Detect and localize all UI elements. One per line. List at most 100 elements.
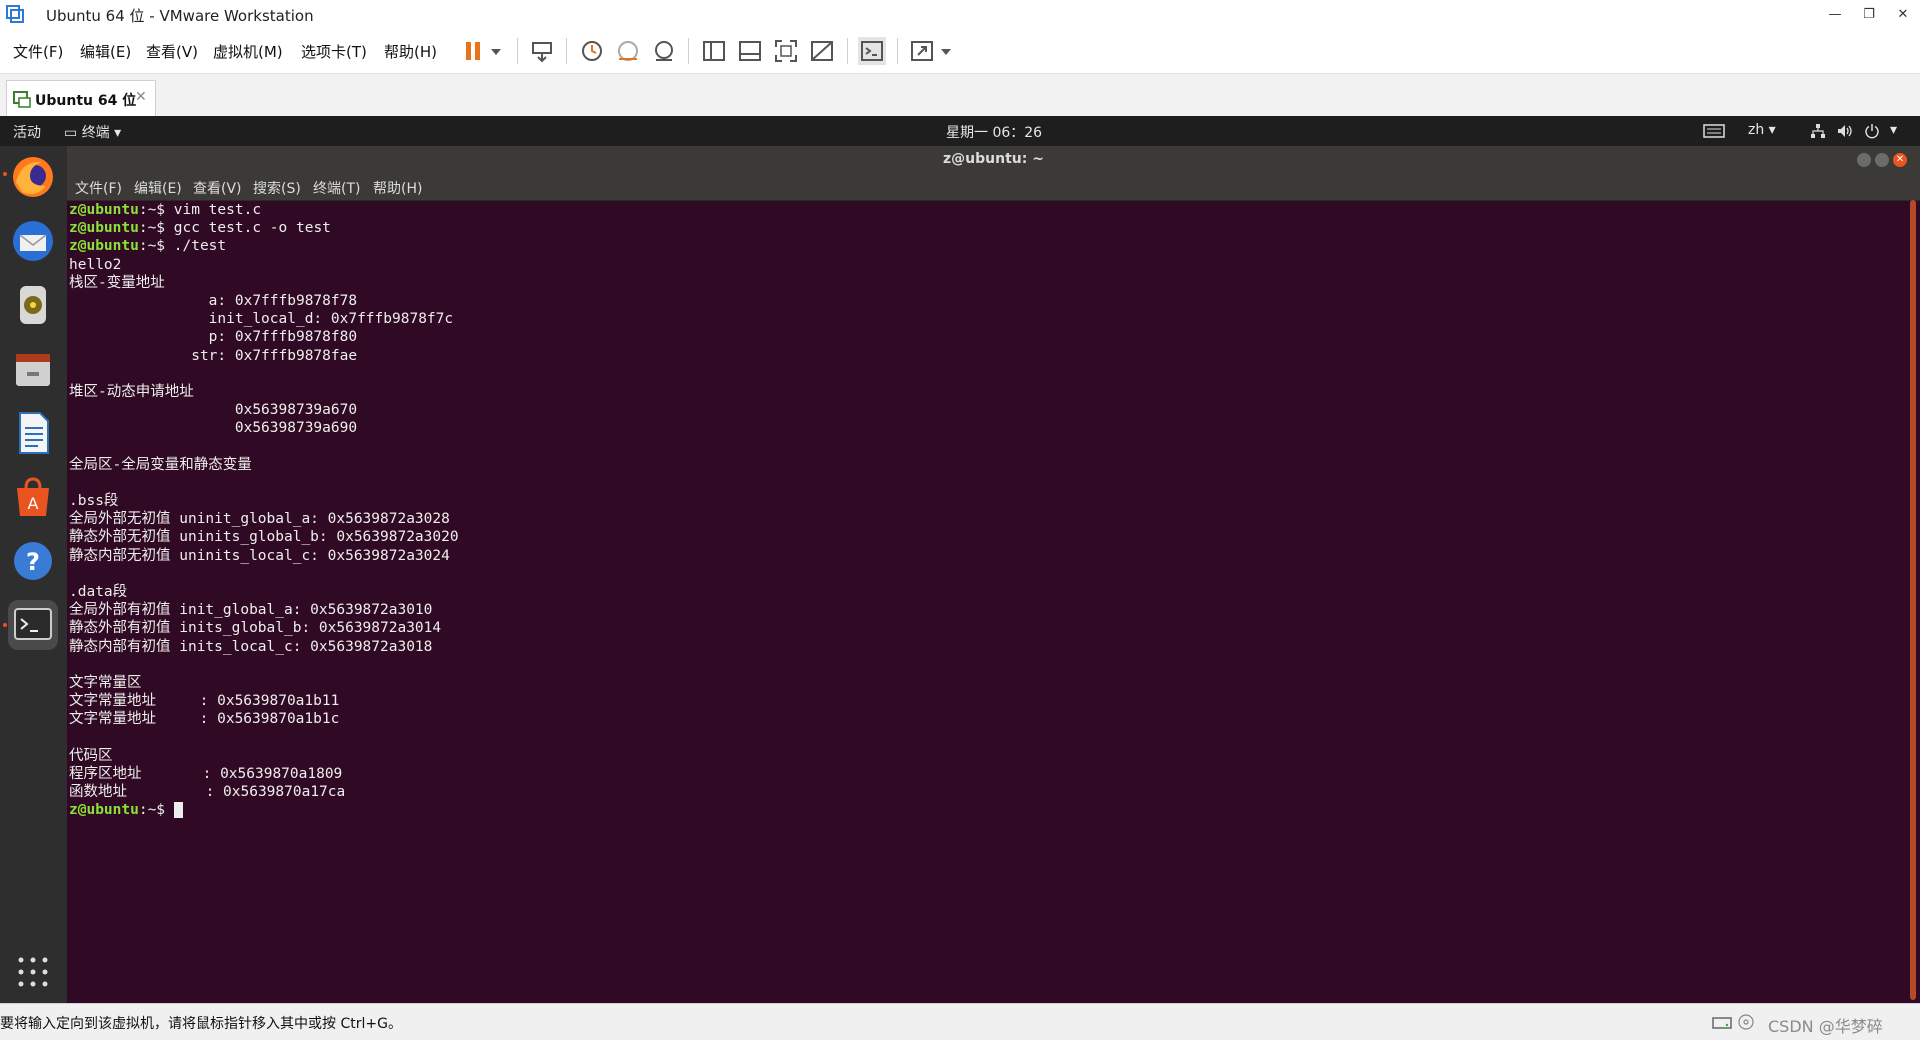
snapshot-icon[interactable] xyxy=(578,37,606,65)
system-menu-chevron-icon[interactable]: ▾ xyxy=(1890,122,1897,138)
revert-snapshot-icon[interactable] xyxy=(614,37,642,65)
prompt-user-host: z@ubuntu xyxy=(69,202,139,218)
prompt-path: :~$ xyxy=(138,220,174,237)
terminal-window[interactable]: z@ubuntu: ~ ✕ 文件(F) 编辑(E) 查看(V) 搜索(S) 终端… xyxy=(67,146,1920,1003)
terminal-menu-file[interactable]: 文件(F) xyxy=(75,178,122,198)
clock[interactable]: 星期一 06：26 xyxy=(946,122,1042,142)
menu-vm[interactable]: 虚拟机(M) xyxy=(213,41,283,62)
console-view-icon[interactable] xyxy=(858,37,886,65)
terminal-output-line: 全局区-全局变量和静态变量 xyxy=(69,456,1889,474)
output-text: 全局区-全局变量和静态变量 xyxy=(69,456,252,473)
terminal-close-button[interactable]: ✕ xyxy=(1893,153,1907,167)
command-text: gcc test.c -o test xyxy=(173,220,331,237)
terminal-output[interactable]: z@ubuntu:~$ vim test.c z@ubuntu:~$ gcc te… xyxy=(69,201,1889,996)
terminal-output-line: 0x56398739a670 xyxy=(69,401,1889,419)
terminal-minimize-button[interactable] xyxy=(1857,153,1871,167)
app-menu-terminal[interactable]: ▭ 终端 ▾ xyxy=(64,122,121,142)
input-method-label: zh xyxy=(1748,122,1765,138)
power-icon[interactable] xyxy=(1864,123,1880,139)
output-text: 静态内部无初值 uninits_local_c: 0x5639872a3024 xyxy=(69,547,450,564)
dock-files[interactable] xyxy=(8,344,58,394)
output-text: 程序区地址 : 0x5639870a1809 xyxy=(69,765,343,782)
dock-help[interactable]: ? xyxy=(8,536,58,586)
show-thumbnail-bar-icon[interactable] xyxy=(736,37,764,65)
terminal-scrollbar[interactable] xyxy=(1910,200,1916,1000)
terminal-menu-search[interactable]: 搜索(S) xyxy=(253,178,301,198)
stretch-dropdown-icon[interactable] xyxy=(940,47,952,57)
terminal-output-line: 文字常量地址 : 0x5639870a1b11 xyxy=(69,692,1889,710)
activities-button[interactable]: 活动 xyxy=(13,122,41,142)
terminal-maximize-button[interactable] xyxy=(1875,153,1889,167)
running-indicator xyxy=(3,172,7,176)
tab-close-icon[interactable]: ✕ xyxy=(135,89,147,105)
keyboard-icon[interactable] xyxy=(1703,124,1725,138)
menu-view[interactable]: 查看(V) xyxy=(146,41,198,62)
terminal-menu-edit[interactable]: 编辑(E) xyxy=(134,178,182,198)
terminal-menu-terminal[interactable]: 终端(T) xyxy=(313,178,360,198)
volume-icon[interactable] xyxy=(1836,123,1854,139)
show-applications-icon[interactable] xyxy=(17,956,49,988)
menu-tabs[interactable]: 选项卡(T) xyxy=(301,41,367,62)
dock-libreoffice-writer[interactable] xyxy=(8,408,58,458)
output-text: 文字常量地址 : 0x5639870a1b11 xyxy=(69,693,340,710)
terminal-menu-view[interactable]: 查看(V) xyxy=(193,178,242,198)
terminal-output-line: 栈区-变量地址 xyxy=(69,274,1889,292)
gnome-top-bar: 活动 ▭ 终端 ▾ 星期一 06：26 zh ▾ ▾ xyxy=(0,116,1920,146)
menu-edit[interactable]: 编辑(E) xyxy=(80,41,131,62)
output-text: a: 0x7fffb9878f78 xyxy=(69,292,358,309)
terminal-output-line: 全局外部有初值 init_global_a: 0x5639872a3010 xyxy=(69,601,1889,619)
guest-display[interactable]: 活动 ▭ 终端 ▾ 星期一 06：26 zh ▾ ▾ A ? z@ubuntu:… xyxy=(0,116,1920,1003)
pause-dropdown-icon[interactable] xyxy=(490,47,502,57)
hard-disk-icon[interactable] xyxy=(1712,1014,1732,1030)
output-text: hello2 xyxy=(69,256,122,273)
cd-dvd-icon[interactable] xyxy=(1738,1014,1754,1030)
minimize-button[interactable]: — xyxy=(1818,0,1852,29)
terminal-output-line: p: 0x7fffb9878f80 xyxy=(69,328,1889,346)
input-method-indicator[interactable]: zh ▾ xyxy=(1748,122,1776,138)
dock-firefox[interactable] xyxy=(8,152,58,202)
tab-ubuntu-64[interactable]: Ubuntu 64 位 ✕ xyxy=(6,80,156,117)
rhythmbox-icon xyxy=(20,286,46,324)
unity-mode-icon[interactable] xyxy=(808,37,836,65)
output-text: 代码区 xyxy=(69,747,113,764)
vmware-title-bar: Ubuntu 64 位 - VMware Workstation — ❐ ✕ xyxy=(0,0,1920,29)
dock-ubuntu-software[interactable]: A xyxy=(8,472,58,522)
terminal-output-line: 堆区-动态申请地址 xyxy=(69,383,1889,401)
terminal-output-line: 静态外部有初值 inits_global_b: 0x5639872a3014 xyxy=(69,619,1889,637)
full-screen-icon[interactable] xyxy=(772,37,800,65)
dock-thunderbird[interactable] xyxy=(8,216,58,266)
menu-file[interactable]: 文件(F) xyxy=(13,41,63,62)
restore-button[interactable]: ❐ xyxy=(1852,0,1886,29)
ubuntu-dock: A ? xyxy=(0,146,67,1003)
terminal-menu-bar: 文件(F) 编辑(E) 查看(V) 搜索(S) 终端(T) 帮助(H) xyxy=(67,174,1920,201)
terminal-header-bar[interactable]: z@ubuntu: ~ ✕ xyxy=(67,146,1920,174)
terminal-menu-help[interactable]: 帮助(H) xyxy=(373,178,422,198)
output-text: 函数地址 : 0x5639870a17ca xyxy=(69,784,346,800)
send-ctrl-alt-del-icon[interactable] xyxy=(528,37,556,65)
close-button[interactable]: ✕ xyxy=(1886,0,1920,29)
toolbar-separator xyxy=(897,38,898,64)
show-library-icon[interactable] xyxy=(700,37,728,65)
terminal-output-line: str: 0x7fffb9878fae xyxy=(69,347,1889,365)
pause-icon[interactable] xyxy=(460,37,488,65)
dock-rhythmbox[interactable] xyxy=(8,280,58,330)
terminal-icon xyxy=(14,608,52,640)
network-icon[interactable] xyxy=(1810,123,1826,139)
dock-terminal[interactable] xyxy=(8,600,58,650)
menu-help[interactable]: 帮助(H) xyxy=(384,41,437,62)
writer-icon xyxy=(19,412,49,454)
help-icon: ? xyxy=(14,542,52,580)
toolbar-separator xyxy=(847,38,848,64)
terminal-output-line: hello2 xyxy=(69,256,1889,274)
snapshot-manager-icon[interactable] xyxy=(650,37,678,65)
toolbar-separator xyxy=(566,38,567,64)
watermark: CSDN @华梦碎 xyxy=(1768,1017,1883,1036)
vmware-menu-bar: 文件(F) 编辑(E) 查看(V) 虚拟机(M) 选项卡(T) 帮助(H) xyxy=(0,29,1920,74)
app-menu-label: 终端 xyxy=(81,125,110,141)
stretch-guest-icon[interactable] xyxy=(908,37,936,65)
